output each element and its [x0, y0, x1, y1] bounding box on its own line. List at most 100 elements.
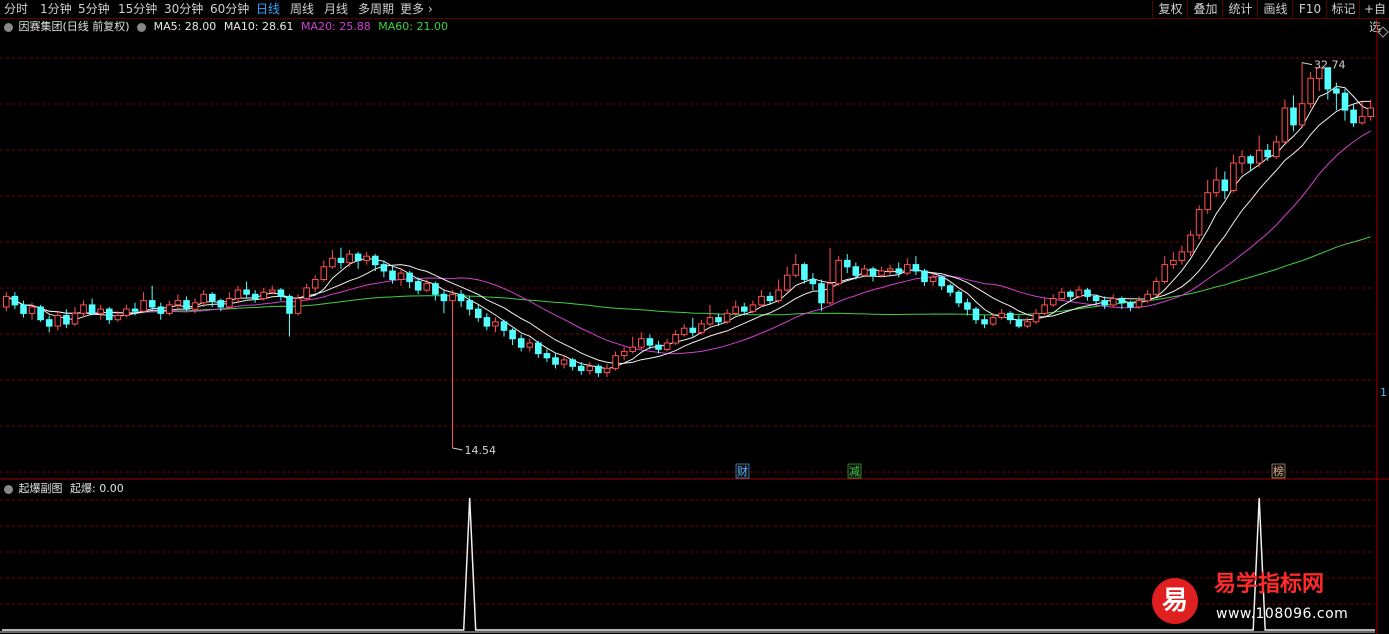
candle	[20, 304, 27, 314]
candle	[1161, 264, 1169, 283]
candle	[698, 323, 705, 333]
candle	[929, 276, 937, 282]
candle	[706, 317, 714, 325]
candle	[972, 308, 980, 321]
event-marker-0: 财	[737, 464, 748, 478]
candle	[1067, 291, 1074, 297]
candle	[723, 312, 731, 323]
candle	[97, 308, 105, 314]
candle	[243, 289, 250, 295]
candle	[1187, 234, 1194, 253]
candle	[37, 306, 44, 321]
candle	[1152, 281, 1160, 295]
candle	[1238, 156, 1246, 164]
candle	[680, 327, 688, 336]
candle	[1307, 77, 1315, 105]
watermark-url: www.108096.com	[1216, 606, 1349, 622]
candle	[191, 302, 199, 310]
candle	[217, 300, 225, 308]
candle	[1255, 149, 1263, 164]
candle	[1213, 179, 1220, 194]
low-price-pointer	[452, 447, 463, 451]
candle	[114, 315, 122, 321]
candle	[311, 279, 319, 289]
candle	[209, 293, 216, 302]
candle	[981, 319, 988, 325]
candle	[595, 365, 602, 374]
candle	[157, 306, 165, 314]
candle	[603, 367, 611, 374]
candle	[535, 342, 542, 355]
candle	[406, 272, 413, 283]
candle	[28, 306, 36, 314]
candle	[560, 359, 568, 365]
candle	[1127, 302, 1134, 308]
candle	[1350, 109, 1357, 124]
candle	[1092, 295, 1100, 302]
candle	[586, 365, 594, 371]
candle	[517, 338, 525, 348]
candle	[552, 357, 559, 365]
candle	[397, 272, 405, 281]
candle	[337, 257, 345, 263]
candle	[483, 317, 491, 327]
candle	[354, 253, 362, 262]
candle	[869, 268, 877, 276]
candle	[1049, 298, 1057, 306]
candle	[612, 355, 619, 369]
candle	[509, 329, 516, 340]
candle	[269, 289, 276, 293]
candle	[1204, 192, 1212, 211]
kline-chart[interactable]: 32.74 14.54 财 减 榜 1	[0, 0, 1389, 634]
candle	[234, 289, 242, 299]
candle	[715, 317, 722, 323]
candle	[1170, 259, 1177, 266]
candle	[200, 293, 207, 304]
candle	[835, 259, 843, 285]
candle	[638, 338, 645, 348]
candle	[1298, 103, 1306, 126]
candle	[964, 302, 971, 310]
candle	[346, 253, 353, 264]
candle	[260, 291, 267, 300]
candle	[955, 291, 963, 304]
candle	[852, 266, 860, 276]
candle	[783, 274, 791, 291]
candle	[1281, 107, 1289, 143]
right-marker: 1	[1380, 386, 1387, 399]
candle	[1195, 209, 1203, 236]
candle	[1290, 107, 1297, 126]
candle	[1144, 293, 1151, 302]
candle	[80, 304, 87, 314]
candle	[63, 315, 70, 325]
candle	[577, 365, 585, 371]
candle	[174, 300, 182, 306]
candle	[1367, 107, 1375, 117]
candle	[363, 255, 370, 261]
candle	[1110, 298, 1117, 306]
candle	[749, 304, 757, 312]
candle	[440, 293, 448, 302]
candle	[71, 312, 79, 325]
candle	[372, 255, 379, 266]
candle	[88, 304, 96, 314]
candle	[766, 295, 774, 302]
candle	[106, 308, 113, 321]
candle	[569, 359, 577, 367]
candle	[1032, 312, 1040, 323]
candle	[226, 298, 233, 308]
low-price-label: 14.54	[465, 444, 497, 457]
candle	[809, 279, 817, 285]
candle	[1007, 312, 1014, 321]
candle	[1075, 289, 1083, 297]
candle	[277, 289, 285, 297]
candle	[620, 350, 628, 357]
candle	[921, 270, 928, 283]
candle	[320, 266, 328, 280]
candle	[414, 281, 422, 291]
candle	[655, 344, 662, 350]
candle	[801, 264, 808, 280]
candle	[895, 268, 903, 274]
candle	[792, 264, 800, 276]
high-price-pointer	[1301, 62, 1313, 66]
